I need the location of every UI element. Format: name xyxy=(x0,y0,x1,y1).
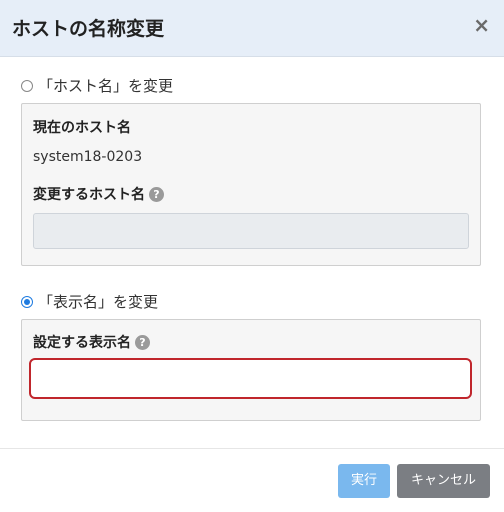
dialog-title: ホストの名称変更 xyxy=(12,18,165,40)
radio-host-name-label: 「ホスト名」を変更 xyxy=(38,77,174,95)
footer-divider xyxy=(0,448,504,449)
display-name-label: 設定する表示名 ? xyxy=(33,332,150,352)
rename-host-dialog: ホストの名称変更 × 「ホスト名」を変更 現在のホスト名 system18-02… xyxy=(0,0,504,512)
cancel-button[interactable]: キャンセル xyxy=(397,464,490,498)
radio-display-name[interactable] xyxy=(21,295,33,308)
current-host-name-value: system18-0203 xyxy=(33,149,143,165)
display-name-panel: 設定する表示名 ? xyxy=(21,319,481,421)
display-name-input[interactable] xyxy=(29,358,472,399)
radio-option-host-name[interactable]: 「ホスト名」を変更 xyxy=(21,75,173,96)
current-host-name-label: 現在のホスト名 xyxy=(33,120,131,136)
dialog-header: ホストの名称変更 × xyxy=(0,0,504,57)
radio-host-name[interactable] xyxy=(21,79,33,92)
host-name-panel: 現在のホスト名 system18-0203 変更するホスト名 ? xyxy=(21,103,481,266)
radio-display-name-label: 「表示名」を変更 xyxy=(38,293,159,311)
help-icon[interactable]: ? xyxy=(135,334,150,350)
run-button[interactable]: 実行 xyxy=(338,464,390,498)
radio-option-display-name[interactable]: 「表示名」を変更 xyxy=(21,291,158,312)
help-icon[interactable]: ? xyxy=(149,186,164,202)
close-icon[interactable]: × xyxy=(473,14,490,36)
new-host-name-input xyxy=(33,213,469,249)
new-host-name-label: 変更するホスト名 ? xyxy=(33,184,164,204)
